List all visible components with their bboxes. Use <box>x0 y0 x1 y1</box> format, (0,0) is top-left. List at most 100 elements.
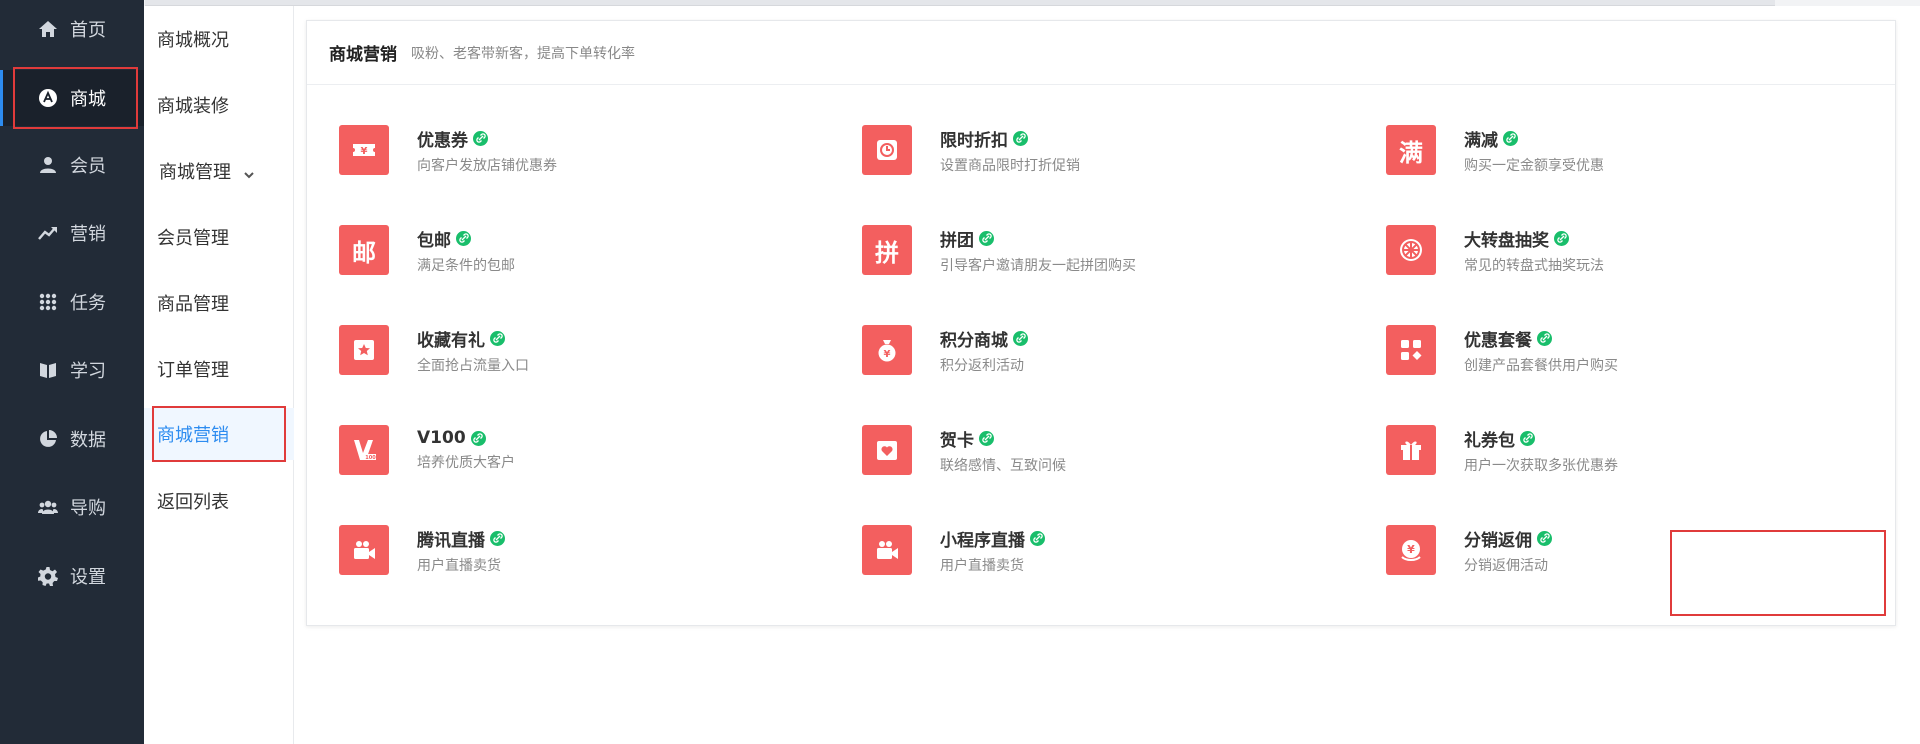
nav-item-settings[interactable]: 设置 <box>0 549 144 603</box>
subnav-label: 订单管理 <box>157 360 229 381</box>
card-subtitle: 吸粉、老客带新客，提高下单转化率 <box>411 45 635 62</box>
icon-glyph: 邮 <box>352 238 376 267</box>
svg-text:¥: ¥ <box>884 349 891 360</box>
camera-icon <box>862 525 912 575</box>
feature-desc: 设置商品限时打折促销 <box>940 157 1080 174</box>
feature-desc: 用户直播卖货 <box>940 557 1024 574</box>
grid-icon <box>38 292 58 312</box>
feature-free-shipping[interactable]: 邮 包邮 满足条件的包邮 <box>339 220 759 280</box>
link-icon <box>1537 530 1552 546</box>
subnav-item-overview[interactable]: 商城概况 <box>144 9 294 69</box>
subnav-item-store-manage[interactable]: 商城管理 <box>144 141 294 201</box>
svg-text:100: 100 <box>365 455 376 461</box>
feature-greeting-card[interactable]: 贺卡 联络感情、互致问候 <box>862 420 1282 480</box>
feature-full-reduction[interactable]: 满 满减 购买一定金额享受优惠 <box>1386 120 1806 180</box>
nav-item-task[interactable]: 任务 <box>0 275 144 329</box>
link-icon <box>979 230 994 246</box>
feature-desc: 引导客户邀请朋友一起拼团购买 <box>940 257 1136 274</box>
star-icon <box>339 325 389 375</box>
subnav-label: 商城管理 <box>159 162 231 183</box>
link-icon <box>1520 430 1535 446</box>
marketing-card: 商城营销 吸粉、老客带新客，提高下单转化率 ¥ 优惠券向客户发放店铺优惠券 限时… <box>306 20 1896 626</box>
nav-item-store[interactable]: 商城 <box>0 70 144 126</box>
pie-icon <box>38 429 58 449</box>
feature-title: 包邮 <box>417 230 451 251</box>
subnav-item-decoration[interactable]: 商城装修 <box>144 75 294 135</box>
icon-glyph: 满 <box>1399 138 1423 167</box>
wheel-icon <box>1386 225 1436 275</box>
link-icon <box>473 130 488 146</box>
nav-label: 导购 <box>70 498 106 519</box>
main-sidebar: 首页 商城 会员 营销 任务 学习 数据 导购 设置 <box>0 0 144 744</box>
subnav-item-product-manage[interactable]: 商品管理 <box>144 273 294 333</box>
subnav-label: 商品管理 <box>157 294 229 315</box>
nav-label: 商城 <box>70 89 106 110</box>
card-header: 商城营销 吸粉、老客带新客，提高下单转化率 <box>307 21 1895 85</box>
feature-group-buy[interactable]: 拼 拼团引导客户邀请朋友一起拼团购买 <box>862 220 1282 280</box>
book-icon <box>38 360 58 380</box>
nav-item-learn[interactable]: 学习 <box>0 343 144 397</box>
subnav-item-order-manage[interactable]: 订单管理 <box>144 339 294 399</box>
feature-title: 大转盘抽奖 <box>1464 230 1549 251</box>
nav-label: 数据 <box>70 430 106 451</box>
feature-miniprogram-live[interactable]: 小程序直播用户直播卖货 <box>862 520 1282 580</box>
feature-desc: 用户直播卖货 <box>417 557 501 574</box>
feature-title: 礼券包 <box>1464 430 1515 451</box>
feature-title: 腾讯直播 <box>417 530 485 551</box>
coupon-icon: ¥ <box>339 125 389 175</box>
nav-label: 营销 <box>70 224 106 245</box>
subnav-item-back-to-list[interactable]: 返回列表 <box>144 471 294 531</box>
gift-icon <box>1386 425 1436 475</box>
nav-item-member[interactable]: 会员 <box>0 138 144 192</box>
feature-title: 拼团 <box>940 230 974 251</box>
card-title: 商城营销 <box>329 45 397 65</box>
feature-desc: 向客户发放店铺优惠券 <box>417 157 557 174</box>
nav-label: 会员 <box>70 156 106 177</box>
feature-desc: 分销返佣活动 <box>1464 557 1548 574</box>
feature-title: V100 <box>417 428 466 448</box>
feature-tencent-live[interactable]: 腾讯直播用户直播卖货 <box>339 520 759 580</box>
feature-lucky-wheel[interactable]: 大转盘抽奖 常见的转盘式抽奖玩法 <box>1386 220 1806 280</box>
link-icon <box>490 330 505 346</box>
feature-flash-discount[interactable]: 限时折扣 设置商品限时打折促销 <box>862 120 1282 180</box>
link-icon <box>1030 530 1045 546</box>
nav-label: 首页 <box>70 20 106 41</box>
link-icon <box>470 430 486 446</box>
subnav-item-store-marketing[interactable]: 商城营销 <box>144 408 294 460</box>
link-icon <box>1013 130 1028 146</box>
icon-glyph: 拼 <box>875 238 899 267</box>
man-text-icon: 满 <box>1386 125 1436 175</box>
subnav-label: 商城营销 <box>157 425 229 446</box>
feature-desc: 积分返利活动 <box>940 357 1024 374</box>
mail-text-icon: 邮 <box>339 225 389 275</box>
camera-icon <box>339 525 389 575</box>
feature-bundle-deal[interactable]: 优惠套餐 创建产品套餐供用户购买 <box>1386 320 1806 380</box>
group-icon <box>38 497 58 517</box>
feature-title: 小程序直播 <box>940 530 1025 551</box>
feature-title: 优惠券 <box>417 130 468 151</box>
feature-points-mall[interactable]: ¥ 积分商城 积分返利活动 <box>862 320 1282 380</box>
feature-favorite-gift[interactable]: 收藏有礼 全面抢占流量入口 <box>339 320 759 380</box>
card-heart-icon <box>862 425 912 475</box>
nav-item-guide[interactable]: 导购 <box>0 480 144 534</box>
feature-desc: 培养优质大客户 <box>417 455 515 471</box>
feature-distribution-commission[interactable]: ¥ 分销返佣 分销返佣活动 <box>1386 520 1806 580</box>
nav-label: 学习 <box>70 361 106 382</box>
link-icon <box>490 530 505 546</box>
blocks-icon <box>1386 325 1436 375</box>
v100-icon: 100 <box>339 425 389 475</box>
feature-v100[interactable]: 100 V100 培养优质大客户 <box>339 420 759 480</box>
subnav-item-member-manage[interactable]: 会员管理 <box>144 207 294 267</box>
link-icon <box>1554 230 1569 246</box>
feature-coupon-pack[interactable]: 礼券包 用户一次获取多张优惠券 <box>1386 420 1806 480</box>
secondary-sidebar: 商城概况 商城装修 商城管理 会员管理 商品管理 订单管理 商城营销 返回列表 <box>144 6 294 744</box>
nav-label: 任务 <box>70 293 106 314</box>
feature-title: 优惠套餐 <box>1464 330 1532 351</box>
subnav-label: 商城概况 <box>157 30 229 51</box>
gear-icon <box>38 566 58 586</box>
nav-item-data[interactable]: 数据 <box>0 412 144 466</box>
nav-item-marketing[interactable]: 营销 <box>0 206 144 260</box>
feature-coupon[interactable]: ¥ 优惠券向客户发放店铺优惠券 <box>339 120 759 180</box>
commission-icon: ¥ <box>1386 525 1436 575</box>
nav-item-home[interactable]: 首页 <box>0 2 144 56</box>
